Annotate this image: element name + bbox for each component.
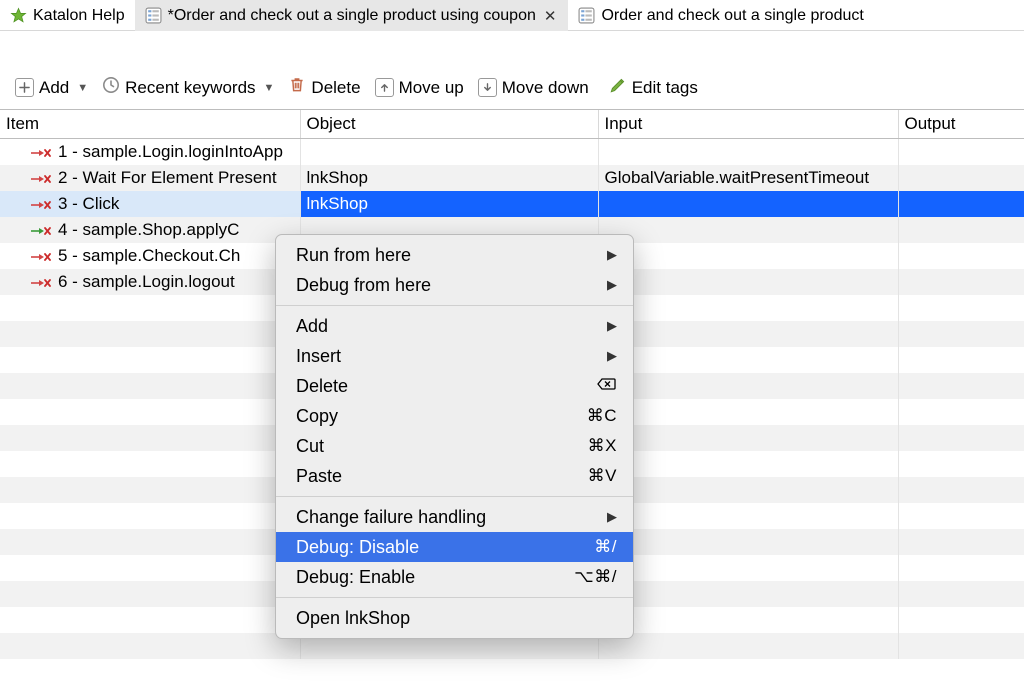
context-menu-item[interactable]: Delete [276, 371, 633, 401]
submenu-caret-icon: ▶ [607, 509, 617, 525]
table-row[interactable]: 2 - Wait For Element Present lnkShop Glo… [0, 165, 1024, 191]
arrow-down-icon [478, 78, 497, 97]
context-menu-item-label: Paste [296, 466, 342, 487]
clock-icon [102, 76, 120, 99]
context-menu-item-label: Open lnkShop [296, 608, 410, 629]
step-item-text: 3 - Click [58, 194, 119, 214]
col-input[interactable]: Input [598, 110, 898, 139]
context-menu-shortcut: ⌘C [587, 406, 617, 426]
context-menu-item[interactable]: Open lnkShop [276, 603, 633, 633]
move-up-button[interactable]: Move up [370, 76, 469, 100]
step-item-text: 5 - sample.Checkout.Ch [58, 246, 240, 266]
edittags-label: Edit tags [632, 78, 698, 98]
context-menu-item-label: Debug from here [296, 275, 431, 296]
step-object-text: lnkShop [307, 194, 368, 213]
context-menu-item[interactable]: Cut ⌘X [276, 431, 633, 461]
star-icon [10, 7, 27, 24]
context-menu-item-label: Debug: Disable [296, 537, 419, 558]
move-down-button[interactable]: Move down [473, 76, 594, 100]
dropdown-caret-icon: ▼ [74, 82, 88, 94]
submenu-caret-icon: ▶ [607, 318, 617, 334]
recent-label: Recent keywords [125, 78, 255, 98]
context-menu-item[interactable]: Copy ⌘C [276, 401, 633, 431]
pencil-icon [609, 76, 627, 99]
add-label: Add [39, 78, 69, 98]
col-object[interactable]: Object [300, 110, 598, 139]
col-item[interactable]: Item [0, 110, 300, 139]
context-menu-item[interactable]: Debug: Disable ⌘/ [276, 532, 633, 562]
arrow-up-icon [375, 78, 394, 97]
step-status-icon [30, 171, 52, 185]
delete-label: Delete [311, 78, 360, 98]
step-status-icon [30, 249, 52, 263]
edit-tags-button[interactable]: Edit tags [604, 74, 703, 101]
context-menu-item[interactable]: Debug from here ▶ [276, 270, 633, 300]
close-icon[interactable]: ✕ [542, 7, 559, 25]
step-item-text: 4 - sample.Shop.applyC [58, 220, 239, 240]
delete-shortcut-icon [597, 376, 617, 396]
tab-bar: Katalon Help *Order and check out a sing… [0, 0, 1024, 31]
context-menu-item-label: Copy [296, 406, 338, 427]
context-menu-item-label: Insert [296, 346, 341, 367]
table-header-row: Item Object Input Output [0, 110, 1024, 139]
context-menu-separator [276, 305, 633, 306]
tab-label: Katalon Help [33, 7, 125, 25]
context-menu-shortcut: ⌘X [588, 436, 617, 456]
context-menu: Run from here ▶ Debug from here ▶ Add ▶ … [275, 234, 634, 639]
trash-icon [288, 76, 306, 99]
submenu-caret-icon: ▶ [607, 348, 617, 364]
context-menu-shortcut: ⌘/ [594, 537, 617, 557]
step-status-icon [30, 145, 52, 159]
step-status-icon [30, 197, 52, 211]
context-menu-item-label: Debug: Enable [296, 567, 415, 588]
moveup-label: Move up [399, 78, 464, 98]
context-menu-item[interactable]: Insert ▶ [276, 341, 633, 371]
context-menu-item[interactable]: Debug: Enable ⌥⌘/ [276, 562, 633, 592]
context-menu-item[interactable]: Change failure handling ▶ [276, 502, 633, 532]
table-row[interactable]: 1 - sample.Login.loginIntoApp [0, 139, 1024, 166]
tab-order-coupon[interactable]: *Order and check out a single product us… [135, 0, 569, 31]
step-status-icon [30, 223, 52, 237]
submenu-caret-icon: ▶ [607, 277, 617, 293]
tab-label: *Order and check out a single product us… [168, 7, 536, 25]
dropdown-caret-icon: ▼ [261, 82, 275, 94]
col-output[interactable]: Output [898, 110, 1024, 139]
submenu-caret-icon: ▶ [607, 247, 617, 263]
tabbar-filler [874, 0, 1024, 31]
step-status-icon [30, 275, 52, 289]
tab-order-single[interactable]: Order and check out a single product [568, 0, 873, 31]
context-menu-item-label: Delete [296, 376, 348, 397]
context-menu-separator [276, 597, 633, 598]
testcase-icon [145, 7, 162, 24]
add-button[interactable]: Add ▼ [10, 76, 93, 100]
context-menu-item-label: Cut [296, 436, 324, 457]
context-menu-separator [276, 496, 633, 497]
context-menu-shortcut: ⌘V [588, 466, 617, 486]
context-menu-item[interactable]: Paste ⌘V [276, 461, 633, 491]
step-item-text: 1 - sample.Login.loginIntoApp [58, 142, 283, 162]
context-menu-shortcut: ⌥⌘/ [574, 567, 617, 587]
context-menu-item[interactable]: Run from here ▶ [276, 240, 633, 270]
toolbar: Add ▼ Recent keywords ▼ Delete Move up [0, 31, 1024, 109]
step-object-text: lnkShop [307, 168, 368, 187]
testcase-icon [578, 7, 595, 24]
movedown-label: Move down [502, 78, 589, 98]
step-input-text: GlobalVariable.waitPresentTimeout [605, 168, 870, 187]
step-item-text: 6 - sample.Login.logout [58, 272, 235, 292]
context-menu-item-label: Add [296, 316, 328, 337]
recent-keywords-button[interactable]: Recent keywords ▼ [97, 74, 279, 101]
tab-label: Order and check out a single product [601, 7, 863, 25]
delete-button[interactable]: Delete [283, 74, 365, 101]
tab-katalon-help[interactable]: Katalon Help [0, 0, 135, 31]
table-row[interactable]: 3 - Click lnkShop [0, 191, 1024, 217]
context-menu-item-label: Change failure handling [296, 507, 486, 528]
plus-icon [15, 78, 34, 97]
context-menu-item-label: Run from here [296, 245, 411, 266]
step-item-text: 2 - Wait For Element Present [58, 168, 277, 188]
context-menu-item[interactable]: Add ▶ [276, 311, 633, 341]
